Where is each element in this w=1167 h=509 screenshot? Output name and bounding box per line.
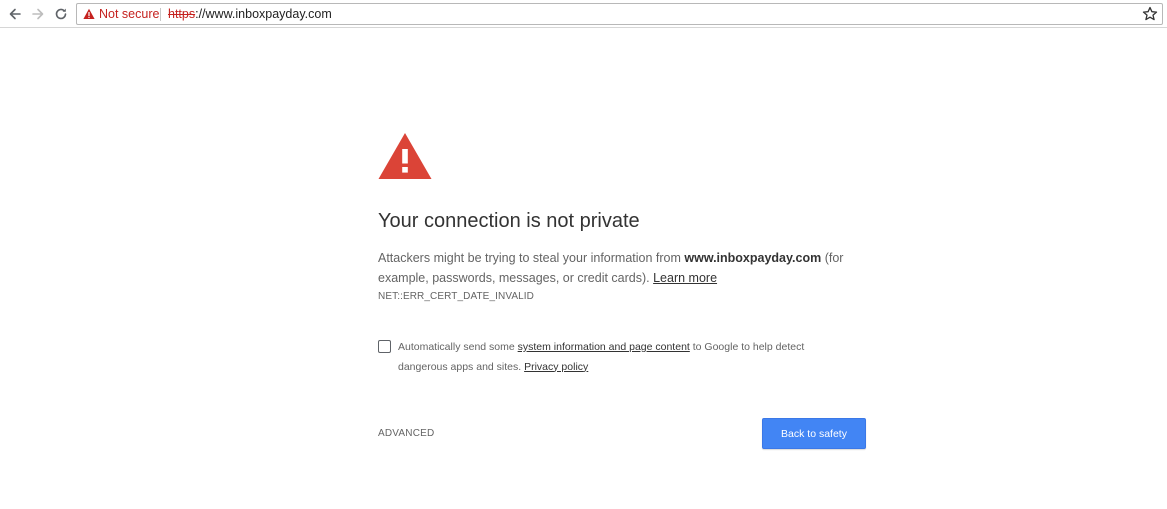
security-status-label[interactable]: Not secure	[99, 4, 159, 24]
extended-reporting-label: Automatically send some system informati…	[398, 338, 838, 377]
reload-button[interactable]	[51, 4, 71, 24]
browser-toolbar: Not secure https://www.inboxpayday.com	[0, 0, 1167, 28]
forward-button[interactable]	[28, 4, 48, 24]
url-text[interactable]: https://www.inboxpayday.com	[168, 4, 332, 24]
extended-reporting-checkbox[interactable]	[378, 340, 391, 353]
error-code: NET::ERR_CERT_DATE_INVALID	[378, 291, 534, 302]
arrow-left-icon	[9, 8, 21, 20]
main-message: Attackers might be trying to steal your …	[378, 248, 866, 288]
page-heading: Your connection is not private	[378, 210, 640, 232]
system-info-link[interactable]: system information and page content	[518, 341, 690, 353]
privacy-policy-link[interactable]: Privacy policy	[524, 361, 588, 373]
domain-name: www.inboxpayday.com	[684, 251, 822, 265]
warning-triangle-icon	[378, 133, 432, 179]
advanced-button[interactable]: ADVANCED	[378, 428, 434, 439]
back-button[interactable]	[5, 4, 25, 24]
learn-more-link[interactable]: Learn more	[653, 271, 717, 285]
url-scheme: https	[168, 7, 196, 21]
er-text-start: Automatically send some	[398, 341, 518, 353]
message-text: Attackers might be trying to steal your …	[378, 251, 685, 265]
address-bar[interactable]: Not secure https://www.inboxpayday.com	[76, 3, 1163, 25]
back-to-safety-button[interactable]: Back to safety	[762, 418, 866, 449]
omnibox-divider	[160, 8, 161, 21]
star-icon[interactable]	[1142, 6, 1158, 22]
warning-triangle-icon	[83, 8, 95, 19]
arrow-right-icon	[32, 8, 44, 20]
url-host: ://www.inboxpayday.com	[195, 7, 332, 21]
reload-icon	[55, 8, 67, 20]
